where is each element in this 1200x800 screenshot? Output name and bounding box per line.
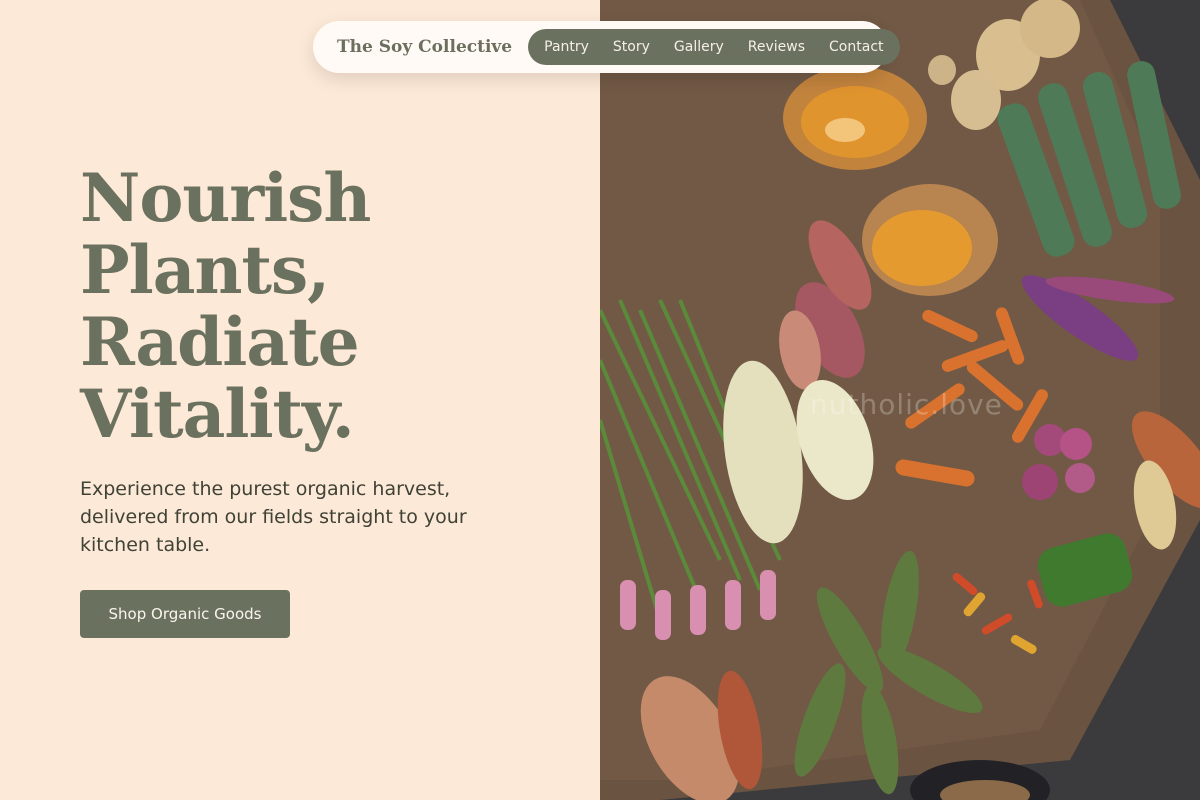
headline-line: Plants, [80, 231, 330, 309]
hero-subtitle: Experience the purest organic harvest, d… [80, 478, 467, 556]
top-navigation: The Soy Collective Pantry Story Gallery … [313, 21, 900, 73]
headline-line: Vitality. [80, 375, 355, 453]
headline-line: Radiate [80, 303, 360, 381]
hero-image: nutholic.love [600, 0, 1200, 800]
shop-organic-goods-button[interactable]: Shop Organic Goods [80, 590, 290, 638]
nav-link-contact[interactable]: Contact [829, 39, 883, 55]
hero-headline: Nourish Plants, Radiate Vitality. [80, 162, 540, 450]
nav-link-pantry[interactable]: Pantry [544, 39, 589, 55]
nav-link-story[interactable]: Story [613, 39, 650, 55]
headline-line: Nourish [80, 159, 371, 237]
hero-left-panel: Nourish Plants, Radiate Vitality. Experi… [0, 0, 600, 800]
image-watermark: nutholic.love [810, 388, 1003, 421]
nav-link-gallery[interactable]: Gallery [674, 39, 724, 55]
brand-logo[interactable]: The Soy Collective [337, 37, 512, 57]
nav-link-reviews[interactable]: Reviews [748, 39, 805, 55]
nav-links: Pantry Story Gallery Reviews Contact [528, 29, 900, 65]
